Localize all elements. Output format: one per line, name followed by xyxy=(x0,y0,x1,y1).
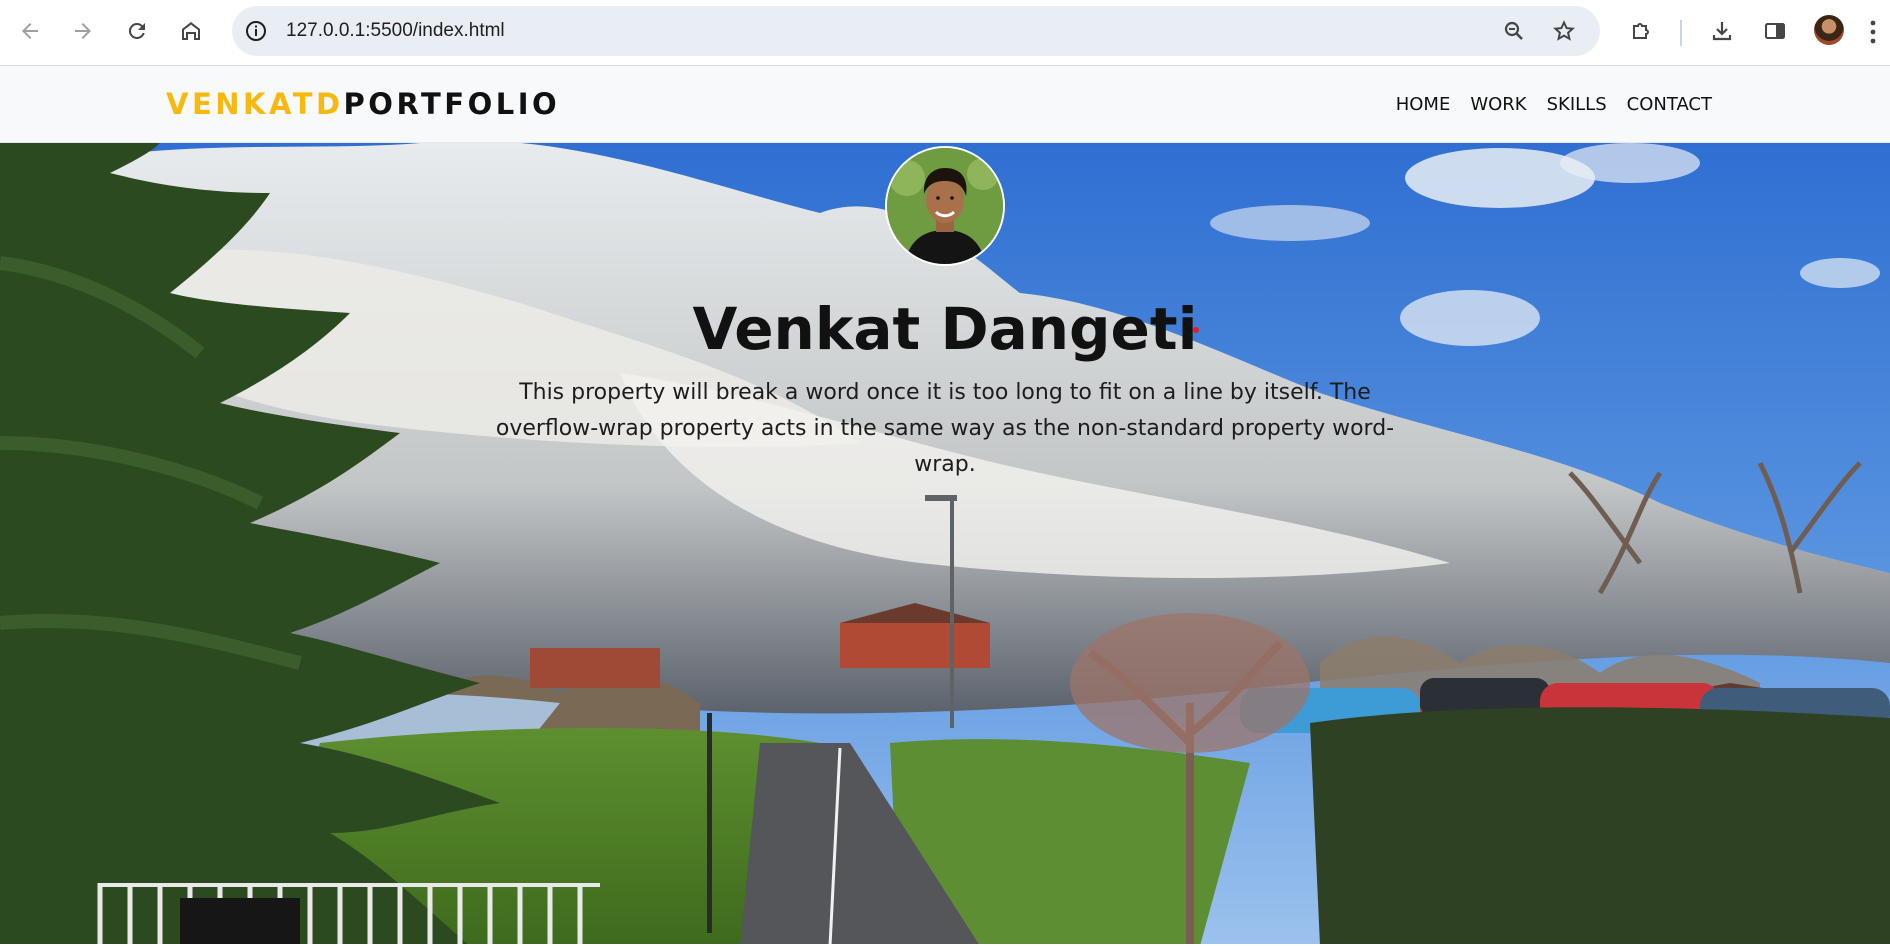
side-panel-icon xyxy=(1765,23,1785,39)
info-icon[interactable] xyxy=(244,19,268,43)
puzzle-icon xyxy=(1633,23,1649,39)
profile-avatar[interactable] xyxy=(1814,15,1844,45)
cursor-dot xyxy=(1193,327,1199,333)
download-icon xyxy=(1712,22,1732,41)
downloads-button[interactable] xyxy=(1704,13,1740,49)
url-text[interactable]: 127.0.0.1:5500/index.html xyxy=(286,6,505,56)
home-button[interactable] xyxy=(173,13,209,49)
profile-portrait xyxy=(887,148,1003,264)
back-button[interactable] xyxy=(12,13,48,49)
zoom-icon[interactable] xyxy=(1502,19,1526,43)
side-panel-button[interactable] xyxy=(1757,13,1793,49)
forward-arrow-icon xyxy=(75,23,91,39)
nav-link-work[interactable]: WORK xyxy=(1470,94,1526,115)
nav-link-skills[interactable]: SKILLS xyxy=(1547,94,1607,115)
kebab-menu-icon[interactable] xyxy=(1868,19,1878,45)
browser-toolbar: 127.0.0.1:5500/index.html xyxy=(0,0,1890,66)
star-icon[interactable] xyxy=(1552,19,1576,43)
forward-button[interactable] xyxy=(65,13,101,49)
site-logo[interactable]: VENKATDPORTFOLIO xyxy=(166,66,560,143)
hero-description: This property will break a word once it … xyxy=(495,380,1395,477)
nav-link-contact[interactable]: CONTACT xyxy=(1627,94,1712,115)
toolbar-separator xyxy=(1680,20,1682,46)
back-arrow-icon xyxy=(22,23,38,39)
logo-primary: VENKATD xyxy=(166,87,344,121)
reload-icon xyxy=(128,22,145,39)
home-icon xyxy=(182,22,200,40)
logo-secondary: PORTFOLIO xyxy=(343,87,561,121)
address-bar[interactable]: 127.0.0.1:5500/index.html xyxy=(232,6,1600,56)
nav-link-home[interactable]: HOME xyxy=(1396,94,1451,115)
hero-name: Venkat Dangeti xyxy=(692,295,1198,363)
profile-photo xyxy=(885,146,1005,266)
extensions-button[interactable] xyxy=(1624,13,1660,49)
reload-button[interactable] xyxy=(119,13,155,49)
site-header: VENKATDPORTFOLIO HOME WORK SKILLS CONTAC… xyxy=(0,66,1890,143)
hero-section: Venkat Dangeti This property will break … xyxy=(0,143,1890,946)
main-nav: HOME WORK SKILLS CONTACT xyxy=(1396,66,1712,143)
